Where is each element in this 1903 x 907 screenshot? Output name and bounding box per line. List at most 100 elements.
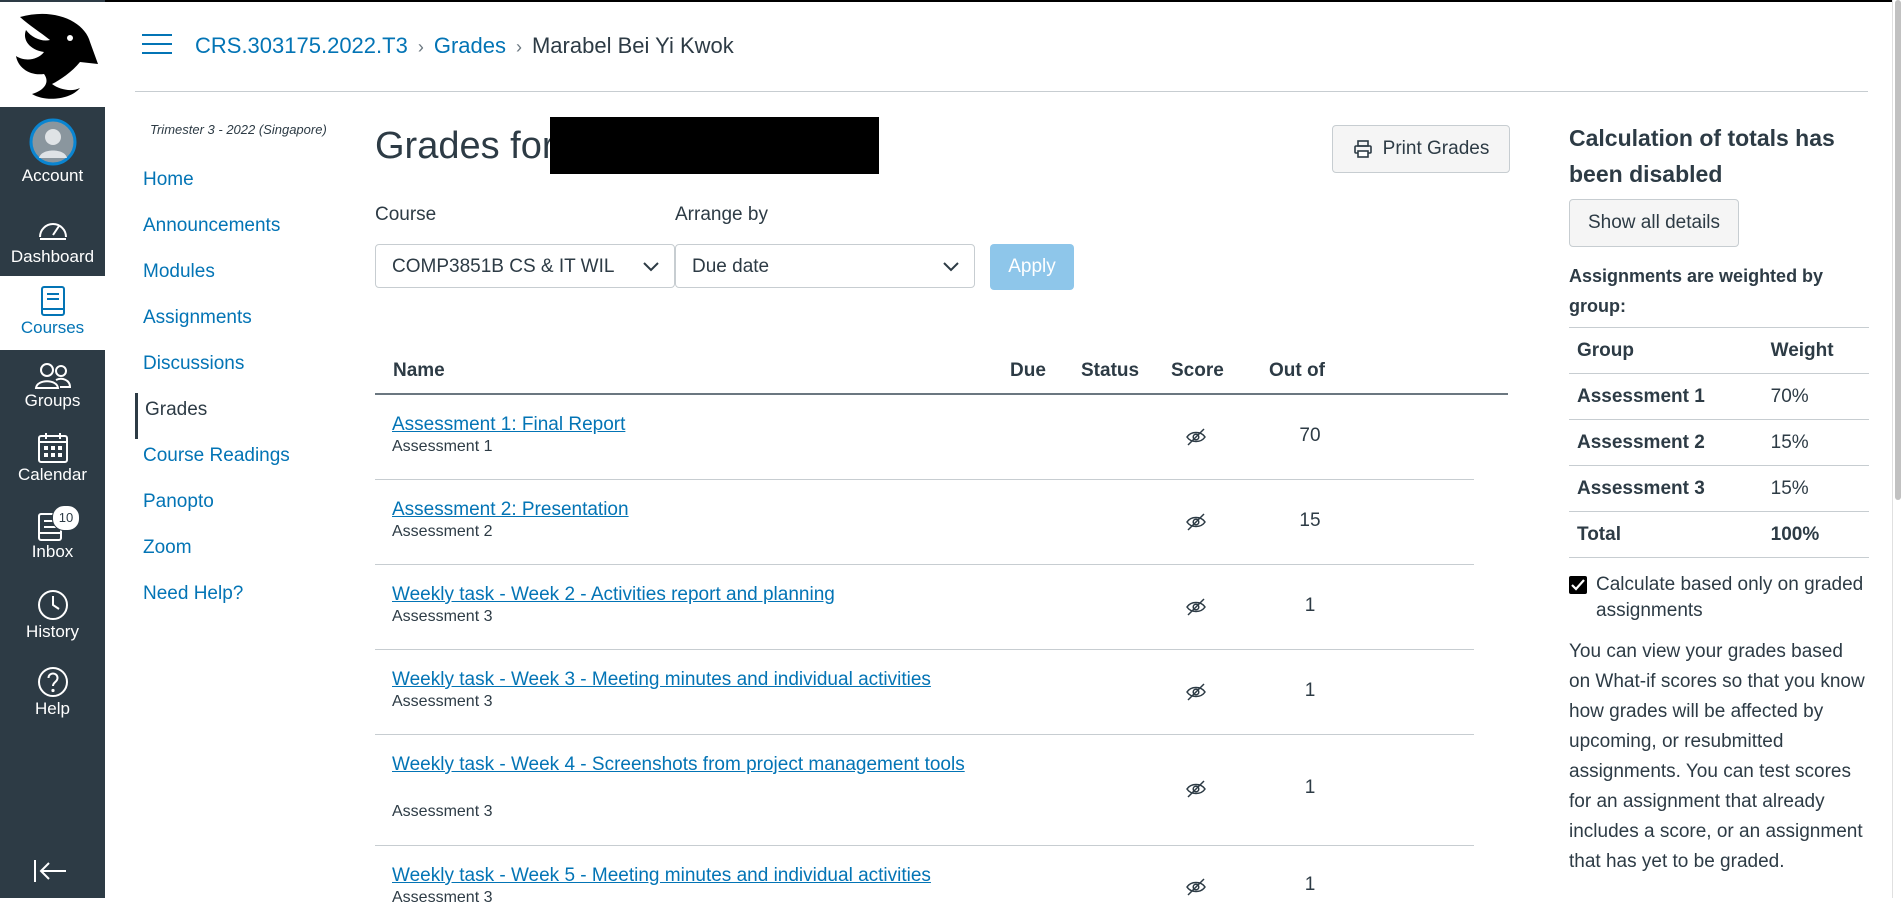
question-icon [37,667,68,697]
assignment-group: Assessment 3 [392,803,493,820]
out-of-value: 1 [1304,874,1316,895]
assignment-link[interactable]: Weekly task - Week 2 - Activities report… [392,582,982,607]
muted-eye-icon[interactable] [1185,778,1207,800]
global-nav-account-label: Account [21,166,84,185]
top-border [0,0,1903,2]
column-header-name[interactable]: Name [393,360,445,382]
course-menu-toggle[interactable] [142,34,172,58]
page-title: Grades for [375,125,555,167]
table-row: Weekly task - Week 2 - Activities report… [375,565,1474,650]
redacted-student-name [550,117,879,174]
header-divider [135,91,1868,92]
global-nav-inbox[interactable]: 10 Inbox [0,505,105,562]
breadcrumb-course[interactable]: CRS.303175.2022.T3 [195,33,408,58]
term-label: Trimester 3 - 2022 (Singapore) [150,122,327,137]
global-nav-help-label: Help [35,699,70,718]
weights-total-row: Total 100% [1569,511,1869,558]
out-of-value: 1 [1304,777,1316,798]
global-nav-history[interactable]: History [0,588,105,642]
arrange-by-select[interactable]: Due date [675,244,975,288]
table-row: Weekly task - Week 3 - Meeting minutes a… [375,650,1474,735]
muted-eye-icon[interactable] [1185,426,1207,448]
arrange-by-label: Arrange by [675,204,768,225]
out-of-value: 70 [1299,425,1321,446]
course-nav-need-help[interactable]: Need Help? [135,577,335,623]
weight-value: 15% [1762,465,1869,512]
assignment-link[interactable]: Weekly task - Week 4 - Screenshots from … [392,752,982,777]
weight-group-name: Assessment 1 [1569,373,1763,420]
arrange-by-value: Due date [692,256,770,277]
course-nav-grades[interactable]: Grades [135,393,335,439]
global-nav: Account Dashboard Courses Groups Calenda… [0,0,105,898]
page-scrollbar[interactable] [1892,0,1903,898]
course-nav-modules[interactable]: Modules [135,255,335,301]
print-grades-label: Print Grades [1382,138,1490,159]
column-header-status[interactable]: Status [1081,360,1139,382]
collapse-arrow-icon [34,860,66,882]
global-nav-account[interactable]: Account [0,118,105,186]
global-nav-groups[interactable]: Groups [0,361,105,411]
breadcrumb-current: Marabel Bei Yi Kwok [531,33,734,58]
table-row: Weekly task - Week 4 - Screenshots from … [375,735,1474,846]
global-nav-courses[interactable]: Courses [0,276,105,350]
assignment-link[interactable]: Weekly task - Week 3 - Meeting minutes a… [392,667,982,692]
breadcrumb-grades[interactable]: Grades [434,33,506,58]
groups-icon [34,363,71,389]
muted-eye-icon[interactable] [1185,681,1207,703]
chevron-down-icon [643,262,659,272]
out-of-value: 15 [1299,510,1321,531]
column-header-score[interactable]: Score [1171,360,1224,382]
breadcrumb-separator-icon: › [417,37,424,57]
show-all-details-button[interactable]: Show all details [1569,199,1740,247]
collapse-nav-button[interactable] [32,858,68,889]
avatar-icon [29,118,76,166]
course-nav-discussions[interactable]: Discussions [135,347,335,393]
book-icon [40,286,65,316]
muted-eye-icon[interactable] [1185,596,1207,618]
weights-total-label: Total [1569,511,1763,558]
printer-icon [1353,140,1372,158]
checkmark-icon [1571,579,1585,591]
muted-eye-icon[interactable] [1185,511,1207,533]
column-header-due[interactable]: Due [1010,360,1046,382]
table-row: Assessment 3 15% [1569,465,1869,512]
global-nav-inbox-label: Inbox [31,542,74,561]
assignment-link[interactable]: Weekly task - Week 5 - Meeting minutes a… [392,863,982,888]
course-nav-course-readings[interactable]: Course Readings [135,439,335,485]
column-header-out-of[interactable]: Out of [1269,360,1325,382]
course-nav-home[interactable]: Home [135,163,335,209]
institution-logo[interactable] [0,2,105,107]
global-nav-help[interactable]: Help [0,665,105,719]
group-weights-table: Group Weight Assessment 1 70% Assessment… [1569,328,1869,558]
calculate-graded-only-checkbox[interactable] [1569,576,1587,594]
course-nav-assignments[interactable]: Assignments [135,301,335,347]
global-nav-calendar[interactable]: Calendar [0,431,105,485]
table-row: Assessment 2 15% [1569,419,1869,466]
weights-header-group: Group [1569,328,1763,374]
weights-total-value: 100% [1762,511,1869,558]
page-scrollbar-thumb[interactable] [1895,0,1901,500]
course-nav-zoom[interactable]: Zoom [135,531,335,577]
calculate-graded-only-option[interactable]: Calculate based only on graded assignmen… [1569,572,1869,624]
print-grades-button[interactable]: Print Grades [1332,125,1510,173]
chevron-down-icon [943,262,959,272]
table-row: Assessment 1: Final Report Assessment 1 … [375,395,1474,480]
global-nav-dashboard[interactable]: Dashboard [0,213,105,267]
assignment-link[interactable]: Assessment 2: Presentation [392,497,982,522]
assignment-link[interactable]: Assessment 1: Final Report [392,412,982,437]
weight-value: 15% [1762,419,1869,466]
assignment-group: Assessment 1 [392,438,493,455]
assignment-group: Assessment 3 [392,889,493,906]
course-select-value: COMP3851B CS & IT WIL [392,256,615,277]
global-nav-dashboard-label: Dashboard [10,247,95,266]
table-row: Weekly task - Week 5 - Meeting minutes a… [375,846,1474,906]
course-select[interactable]: COMP3851B CS & IT WIL [375,244,675,288]
global-nav-groups-label: Groups [24,391,81,410]
global-nav-calendar-label: Calendar [18,465,87,484]
global-nav-courses-label: Courses [20,318,85,337]
course-nav-announcements[interactable]: Announcements [135,209,335,255]
muted-eye-icon[interactable] [1185,876,1207,898]
totals-disabled-title: Calculation of totals has been disabled [1569,125,1835,187]
course-nav-panopto[interactable]: Panopto [135,485,335,531]
apply-button[interactable]: Apply [990,244,1074,290]
